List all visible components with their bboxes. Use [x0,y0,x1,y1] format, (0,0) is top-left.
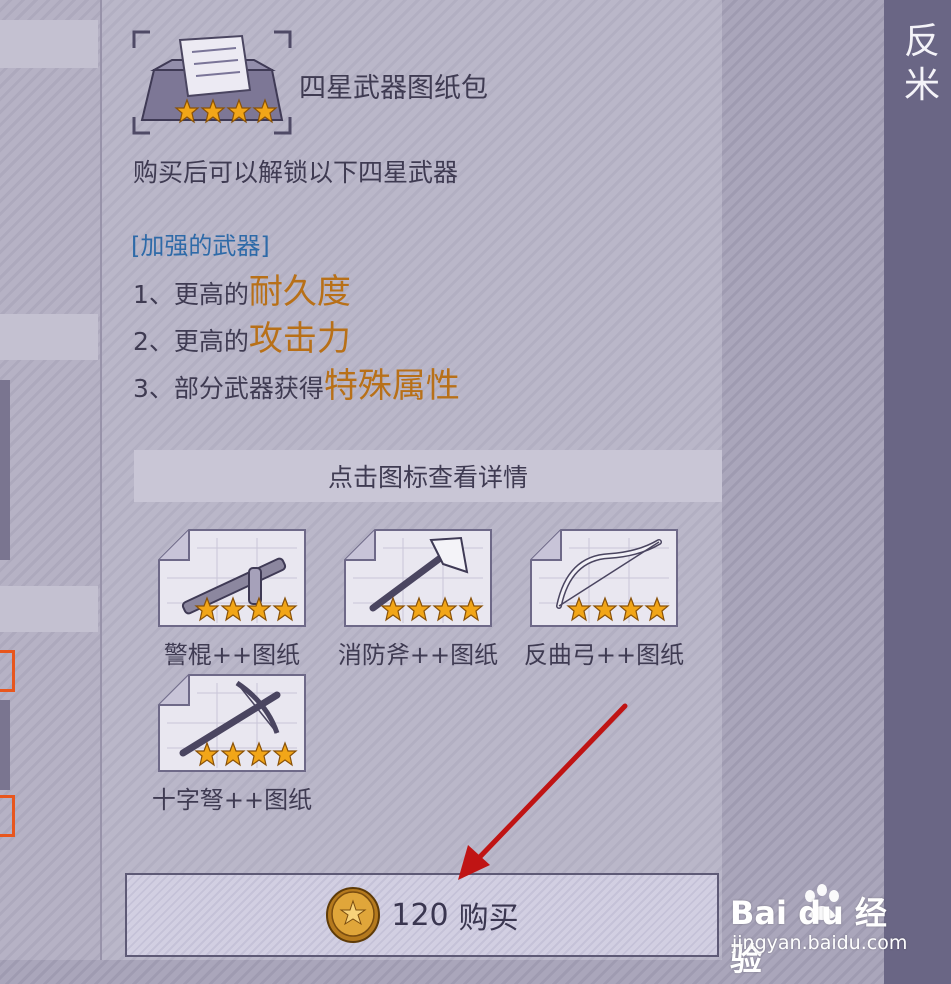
feature-line-1: 1、更高的耐久度 [133,264,351,313]
feature-highlight: 特殊属性 [323,366,460,406]
pack-description: 购买后可以解锁以下四星武器 [133,158,459,187]
left-orange-mark-2 [0,795,15,837]
feature-line-3: 3、部分武器获得特殊属性 [133,358,460,407]
left-strip-1 [0,20,98,68]
watermark-url: jingyan.baidu.com [732,932,908,954]
weapon-label: 十字弩++图纸 [151,786,313,814]
left-side-panel [0,0,102,960]
gold-coin-icon [326,887,381,943]
blueprint-pack-panel: 四星武器图纸包 购买后可以解锁以下四星武器 [加强的武器] 1、更高的耐久度 2… [102,0,722,960]
left-block [0,380,10,560]
left-orange-mark [0,650,15,692]
right-side-panel: 反米 [884,0,951,984]
weapon-item-baton[interactable]: 警棍++图纸 [142,528,322,670]
weapon-label: 消防斧++图纸 [337,641,499,669]
feature-prefix: 2、更高的 [133,327,249,356]
section-title: [加强的武器] [131,232,270,260]
left-block-2 [0,700,10,790]
buy-button[interactable]: 120 购买 [125,873,719,957]
weapon-item-fire-axe[interactable]: 消防斧++图纸 [328,528,508,670]
feature-line-2: 2、更高的攻击力 [133,311,351,360]
detail-hint-label: 点击图标查看详情 [327,463,528,492]
buy-price: 120 [391,897,449,933]
left-strip-2 [0,314,98,360]
fire-axe-blueprint-icon[interactable] [343,528,493,628]
weapon-label: 警棍++图纸 [163,641,301,669]
crossbow-blueprint-icon[interactable] [157,673,307,773]
baidu-watermark: Bai du 经验 jingyan.baidu.com [730,880,910,978]
detail-hint-bar: 点击图标查看详情 [134,450,722,502]
weapon-item-crossbow[interactable]: 十字弩++图纸 [142,673,322,815]
right-panel-text: 反米 [904,21,941,106]
weapon-label: 反曲弓++图纸 [523,641,685,669]
feature-highlight: 攻击力 [248,319,351,359]
recurve-bow-blueprint-icon[interactable] [529,528,679,628]
pack-stars [174,98,278,130]
pack-title: 四星武器图纸包 [299,73,488,104]
feature-highlight: 耐久度 [248,272,351,312]
buy-label: 购买 [458,901,519,936]
weapon-item-recurve-bow[interactable]: 反曲弓++图纸 [514,528,694,670]
baton-blueprint-icon[interactable] [157,528,307,628]
feature-prefix: 1、更高的 [133,280,249,309]
left-strip-3 [0,586,98,632]
feature-prefix: 3、部分武器获得 [133,374,324,403]
